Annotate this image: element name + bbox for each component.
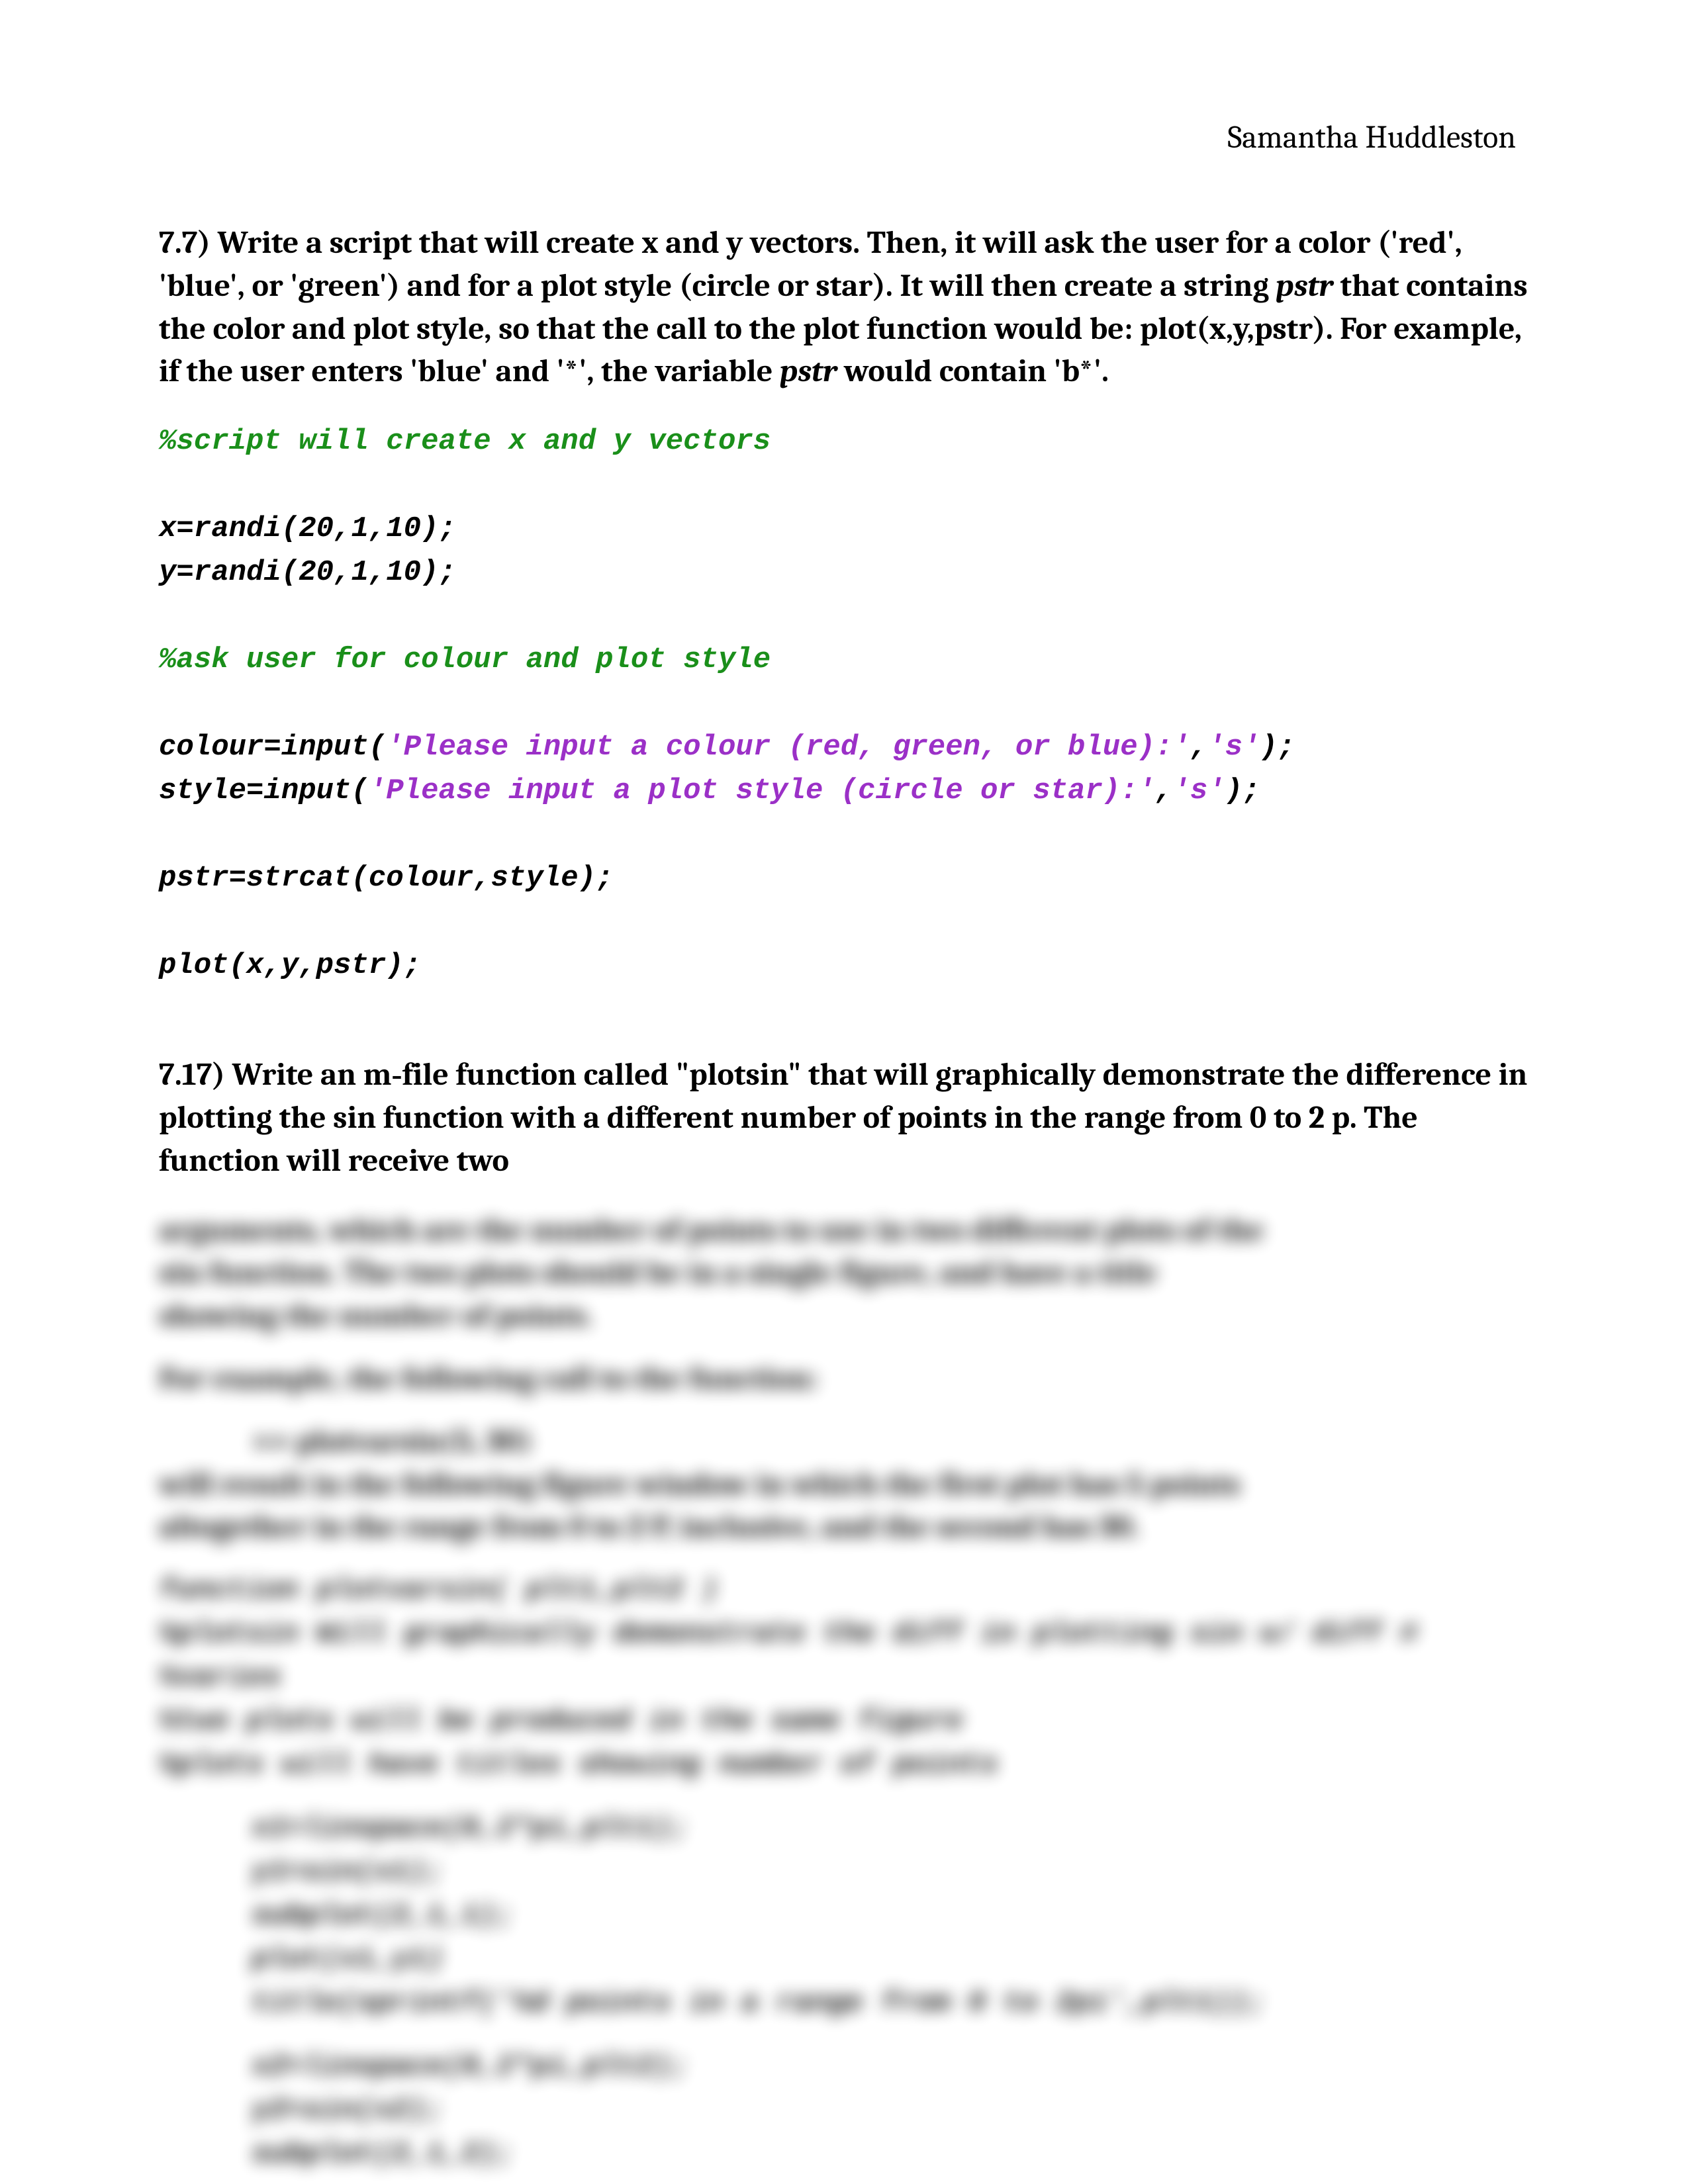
blur-code-line: %two plots will be produced in the same … (159, 1700, 1529, 1743)
code-line: ); (1260, 731, 1295, 764)
code-line: x=randi(20,1,10); (159, 512, 456, 545)
code-keyword: function (159, 1574, 299, 1607)
code-comment: %script will create x and y vectors (159, 425, 771, 458)
code-comment: %ask user for colour and plot style (159, 643, 771, 676)
problem-text-3: would contain 'b*'. (837, 353, 1109, 389)
problem-7-17-heading: 7.17) Write an m‑file function called "p… (159, 1054, 1529, 1182)
blurred-preview: arguments, which are the number of point… (159, 1209, 1529, 2177)
author-name: Samantha Huddleston (159, 119, 1516, 156)
blur-line: will result in the following figure wind… (159, 1463, 1529, 1506)
blur-code-line: y1=sin(x1); (159, 1850, 1529, 1894)
code-line: plot(x,y,pstr); (159, 949, 421, 982)
code-string: 'Please input a colour (red, green, or b… (386, 731, 1190, 764)
blur-line: altogether in the range from 0 to 2 P, i… (159, 1506, 1529, 1549)
blur-code-line: %plots will have titles showing number o… (159, 1743, 1529, 1787)
code-string: 's' (1207, 731, 1260, 764)
blur-code-line: y2=sin(x2); (159, 2089, 1529, 2132)
blur-code-line: x2=linspace(0,2*pi,plt2); (159, 2045, 1529, 2089)
problem-7-7-heading: 7.7) Write a script that will create x a… (159, 222, 1529, 393)
code-line: y=randi(20,1,10); (159, 556, 456, 589)
blur-code-line: subplot(2,1,2); (159, 2132, 1529, 2176)
pstr-em-1: pstr (1276, 267, 1333, 304)
code-line: ); (1225, 774, 1260, 807)
blur-code-line: %plotsin Will graphically demonstrate th… (159, 1612, 1529, 1656)
problem-number: 7.7) (159, 224, 211, 261)
code-line: , (1190, 731, 1207, 764)
problem-number: 7.17) (159, 1056, 225, 1093)
blur-code-line: %varies (159, 1656, 1529, 1700)
blur-code-line: plot(x1,y1) (159, 1938, 1529, 1981)
blur-line: arguments, which are the number of point… (159, 1209, 1529, 1252)
code-line: colour=input( (159, 731, 386, 764)
code-line: style=input( (159, 774, 369, 807)
problem-text-1: Write a script that will create x and y … (159, 224, 1462, 304)
blur-line: showing the number of points. (159, 1295, 1529, 1338)
code-block-7-7: %script will create x and y vectors x=ra… (159, 420, 1529, 987)
code-string: 's' (1172, 774, 1225, 807)
code-line: , (1155, 774, 1172, 807)
document-page: Samantha Huddleston 7.7) Write a script … (0, 0, 1688, 2184)
code-string: 'Please input a plot style (circle or st… (369, 774, 1155, 807)
blur-code-line: subplot(2,1,1); (159, 1894, 1529, 1938)
blur-line: sin function. The two plots should be in… (159, 1251, 1529, 1295)
blur-line: For example, the following call to the f… (159, 1357, 1529, 1400)
problem-text-1: Write an m‑file function called "plotsin… (159, 1056, 1527, 1179)
code-line: pstr=strcat(colour,style); (159, 862, 614, 895)
pstr-em-2: pstr (780, 353, 837, 389)
blur-line: >> plotvarsin(5, 30) (159, 1420, 1529, 1463)
blur-code-line: function plotvarsin( plt1,plt2 ) (159, 1569, 1529, 1612)
blur-code-line: title(sprintf('%d points in a range from… (159, 1981, 1529, 2025)
blur-code-line: x1=linspace(0,2*pi,plt1); (159, 1807, 1529, 1850)
